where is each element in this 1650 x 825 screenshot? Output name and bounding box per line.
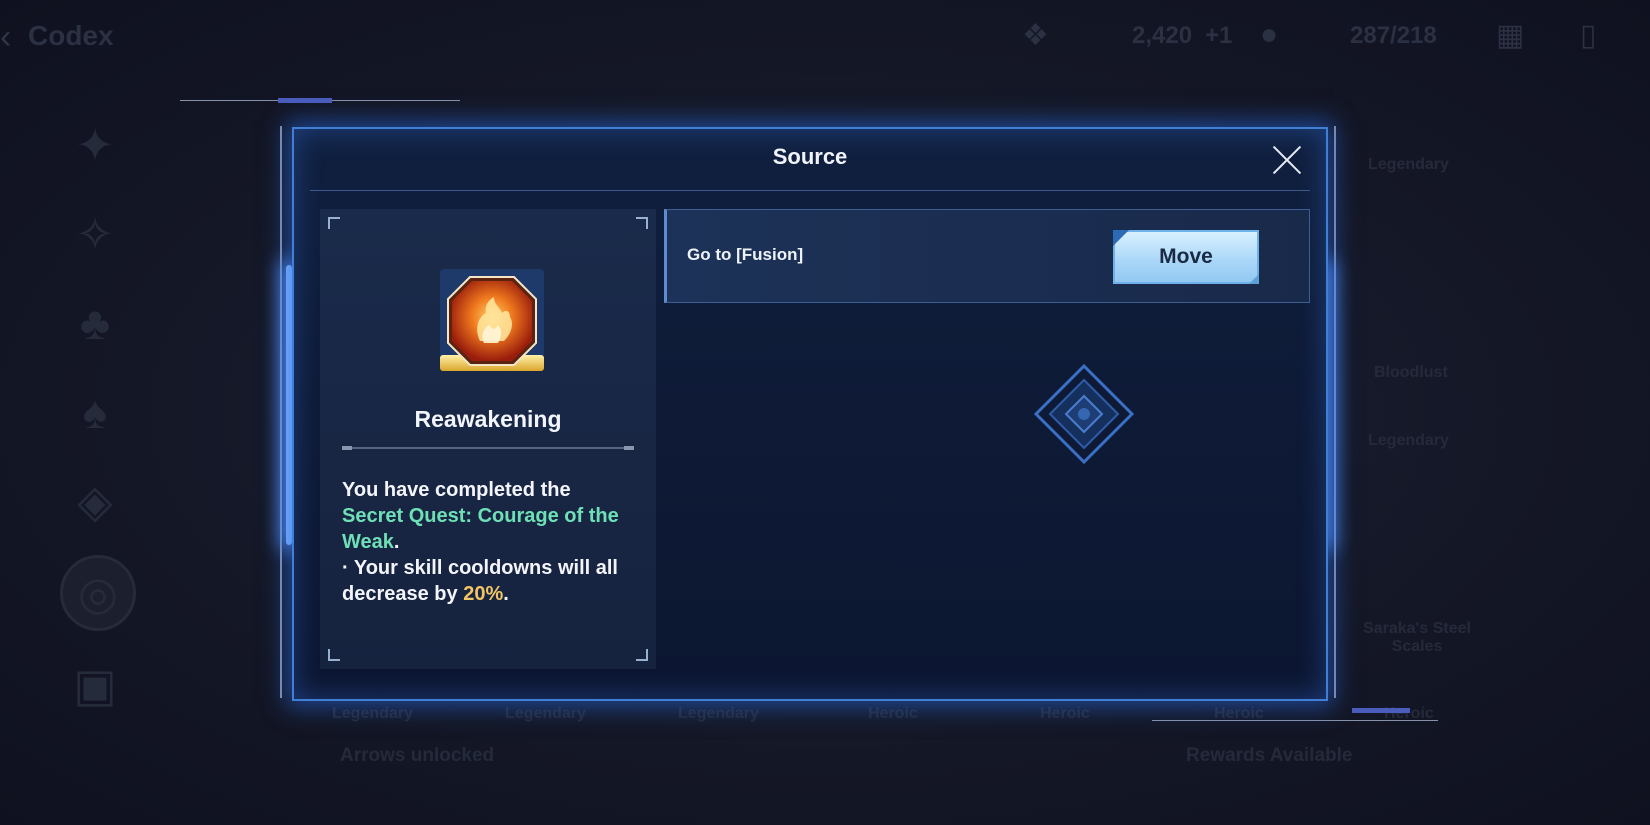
sidebar: ✦ ✧ ♣ ♠ ◈ ◎ ▣ (60, 110, 140, 739)
page-title: Codex (28, 20, 114, 51)
emblem-6-icon[interactable]: ◎ (60, 555, 136, 631)
panel-corner (636, 649, 648, 661)
panel-corner (328, 217, 340, 229)
leaf-icon: ❖ (1022, 19, 1049, 52)
bg-card-name: Bloodlust (1374, 364, 1448, 381)
item-description: You have completed the Secret Quest: Cou… (342, 477, 642, 607)
emblem-1-icon[interactable]: ✦ (60, 110, 130, 180)
fire-fist-icon (440, 269, 544, 371)
frame-line (280, 126, 282, 698)
bg-tier-label: Legendary (678, 705, 759, 722)
source-row: Go to [Fusion] Move (664, 209, 1310, 303)
item-name: Reawakening (414, 406, 562, 432)
button-notch (1113, 230, 1129, 246)
desc-intro: You have completed the (342, 479, 571, 501)
bg-card-name: Saraka's Steel Scales (1363, 620, 1471, 655)
gift-icon[interactable]: ▣ (60, 650, 130, 720)
coin-icon: ● (1260, 18, 1279, 51)
emblem-5-icon[interactable]: ◈ (60, 466, 130, 536)
panel-corner (328, 649, 340, 661)
top-bar: ‹ Codex ❖ 2,420 +1 ● 287/218 ▦ ▯ (0, 0, 1650, 70)
emblem-2-icon[interactable]: ✧ (60, 199, 130, 269)
desc-period: . (503, 583, 509, 605)
close-icon[interactable] (1270, 143, 1304, 177)
desc-period: . (393, 531, 400, 553)
bg-card-rarity: Legendary (1368, 432, 1449, 449)
diamond-emblem-icon (1033, 363, 1135, 465)
bg-tier-label: Heroic (1040, 705, 1090, 722)
frame-line (1152, 720, 1438, 721)
frame-accent (278, 98, 332, 103)
grid-menu-icon[interactable]: ▦ (1496, 18, 1524, 53)
back-chevron-icon[interactable]: ‹ (0, 18, 30, 56)
bg-rewards-status: Rewards Available (1186, 745, 1353, 766)
frame-accent (1352, 708, 1410, 713)
title-divider (310, 190, 1310, 191)
currency-count: 2,420 (1132, 22, 1193, 49)
bg-tier-label: Legendary (505, 705, 586, 722)
source-label: Go to [Fusion] (687, 245, 804, 264)
emblem-3-icon[interactable]: ♣ (60, 288, 130, 358)
bg-tier-label: Heroic (868, 705, 918, 722)
effect-percent: 20% (463, 583, 504, 605)
move-button-label: Move (1159, 245, 1213, 268)
button-notch (1249, 274, 1259, 284)
move-button[interactable]: Move (1113, 230, 1259, 284)
quest-name: Secret Quest: Courage of the Weak (342, 505, 619, 553)
emblem-4-icon[interactable]: ♠ (60, 377, 130, 447)
bg-tier-label: Legendary (332, 705, 413, 722)
bg-card-rarity: Legendary (1368, 156, 1449, 173)
dialog-title: Source (772, 144, 848, 169)
name-divider (342, 446, 634, 450)
item-info-panel: Reawakening You have completed the Secre… (320, 209, 656, 669)
collection-count: 287/218 (1350, 22, 1437, 49)
panel-corner (636, 217, 648, 229)
exit-door-icon[interactable]: ▯ (1580, 18, 1597, 53)
frame-line (1334, 126, 1336, 698)
bg-unlock-status: Arrows unlocked (340, 745, 495, 766)
source-dialog: Source Reawakening You have completed th… (292, 127, 1328, 701)
currency-bonus: +1 (1205, 22, 1233, 49)
